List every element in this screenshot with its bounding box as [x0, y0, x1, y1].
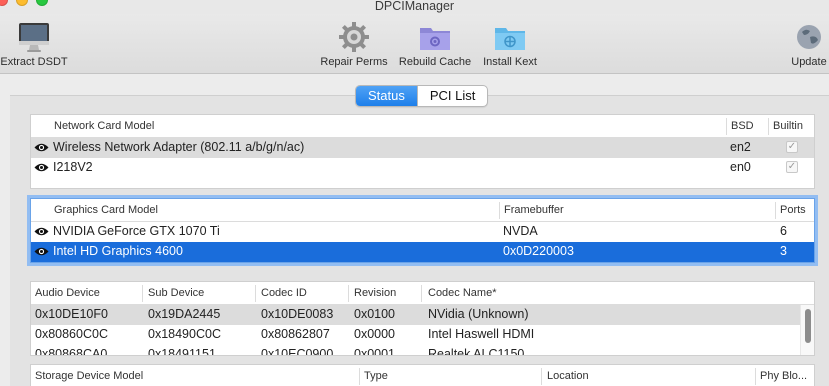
revision-header[interactable]: Revision	[354, 287, 396, 299]
table-row[interactable]: Intel HD Graphics 4600 0x0D220003 3	[31, 242, 814, 262]
table-row[interactable]: 0x10DE10F0 0x19DA2445 0x10DE0083 0x0100 …	[31, 305, 801, 325]
graphics-table-header: Graphics Card Model Framebuffer Ports	[31, 199, 814, 222]
audio-table-header: Audio Device Sub Device Codec ID Revisio…	[31, 282, 814, 305]
eye-icon[interactable]	[34, 142, 49, 153]
extract-dsdt-label: Extract DSDT	[0, 56, 68, 68]
builtin-header[interactable]: Builtin	[773, 120, 803, 132]
install-kext-button[interactable]: Install Kext	[476, 20, 544, 68]
storage-phy-block-header[interactable]: Phy Blo...	[760, 370, 807, 382]
extract-dsdt-button[interactable]: Extract DSDT	[0, 20, 70, 68]
audio-table: Audio Device Sub Device Codec ID Revisio…	[30, 281, 815, 356]
audio-device-cell: 0x80868CA0	[35, 347, 108, 356]
codec-name-cell: NVidia (Unknown)	[428, 307, 529, 321]
rebuild-cache-button[interactable]: Rebuild Cache	[395, 20, 475, 68]
storage-location-header[interactable]: Location	[547, 370, 589, 382]
revision-cell: 0x0001	[354, 347, 396, 356]
toolbar: Extract DSDT Repair Perms Rebuild Cache …	[0, 14, 829, 74]
audio-scrollbar-thumb[interactable]	[805, 309, 811, 343]
builtin-checkbox[interactable]: ✓	[786, 161, 798, 173]
eye-icon[interactable]	[34, 226, 49, 237]
tab-pci-list[interactable]: PCI List	[416, 86, 488, 106]
bsd-header[interactable]: BSD	[731, 120, 754, 132]
ports-header[interactable]: Ports	[780, 204, 806, 216]
storage-type-header[interactable]: Type	[364, 370, 388, 382]
repair-perms-label: Repair Perms	[320, 56, 388, 68]
codec-id-cell: 0x80862807	[261, 327, 330, 341]
network-table-header: Network Card Model BSD Builtin	[31, 115, 814, 138]
audio-device-cell: 0x80860C0C	[35, 327, 108, 341]
table-row[interactable]: Wireless Network Adapter (802.11 a/b/g/n…	[31, 138, 814, 158]
update-label: Update	[791, 56, 827, 68]
update-button[interactable]: Update	[785, 20, 829, 68]
codec-name-cell: Realtek ALC1150	[428, 347, 525, 356]
title-bar: DPCIManager	[0, 0, 829, 14]
sub-device-header[interactable]: Sub Device	[148, 287, 204, 299]
codec-id-header[interactable]: Codec ID	[261, 287, 307, 299]
bsd-cell: en0	[730, 160, 751, 174]
network-table: Network Card Model BSD Builtin Wireless …	[30, 114, 815, 189]
globe-icon	[791, 20, 827, 54]
graphics-table: Graphics Card Model Framebuffer Ports NV…	[30, 198, 815, 263]
audio-scrollbar[interactable]	[800, 305, 814, 355]
framebuffer-cell: NVDA	[503, 224, 538, 238]
ports-cell: 6	[780, 224, 787, 238]
bsd-cell: en2	[730, 140, 751, 154]
eye-icon[interactable]	[34, 246, 49, 257]
revision-cell: 0x0000	[354, 327, 396, 341]
kext-folder-icon	[492, 20, 528, 54]
table-row[interactable]: 0x80868CA0 0x18491151 0x10EC0900 0x0001 …	[31, 345, 801, 356]
rebuild-cache-label: Rebuild Cache	[398, 56, 472, 68]
sub-device-cell: 0x18491151	[148, 347, 216, 356]
framebuffer-cell: 0x0D220003	[503, 244, 574, 258]
graphics-model-header[interactable]: Graphics Card Model	[54, 204, 158, 216]
framebuffer-header[interactable]: Framebuffer	[504, 204, 564, 216]
codec-id-cell: 0x10DE0083	[261, 307, 334, 321]
builtin-checkbox[interactable]: ✓	[786, 141, 798, 153]
graphics-model-cell: NVIDIA GeForce GTX 1070 Ti	[53, 224, 220, 238]
codec-name-header[interactable]: Codec Name*	[428, 287, 496, 299]
gear-icon	[336, 20, 372, 54]
audio-device-header[interactable]: Audio Device	[35, 287, 100, 299]
eye-icon[interactable]	[34, 162, 49, 173]
table-row[interactable]: 0x80860C0C 0x18490C0C 0x80862807 0x0000 …	[31, 325, 801, 345]
install-kext-label: Install Kext	[483, 56, 537, 68]
storage-model-header[interactable]: Storage Device Model	[35, 370, 143, 382]
view-tabs: Status PCI List	[355, 85, 489, 107]
storage-table: Storage Device Model Type Location Phy B…	[30, 364, 815, 386]
codec-name-cell: Intel Haswell HDMI	[428, 327, 535, 341]
imac-icon	[16, 20, 52, 54]
graphics-model-cell: Intel HD Graphics 4600	[53, 244, 183, 258]
network-model-cell: I218V2	[53, 160, 93, 174]
audio-device-cell: 0x10DE10F0	[35, 307, 108, 321]
ports-cell: 3	[780, 244, 787, 258]
revision-cell: 0x0100	[354, 307, 396, 321]
storage-table-header: Storage Device Model Type Location Phy B…	[31, 365, 814, 386]
repair-perms-button[interactable]: Repair Perms	[316, 20, 392, 68]
sub-device-cell: 0x19DA2445	[148, 307, 221, 321]
tab-status[interactable]: Status	[356, 86, 417, 106]
system-folder-icon	[417, 20, 453, 54]
table-row[interactable]: NVIDIA GeForce GTX 1070 Ti NVDA 6	[31, 222, 814, 242]
network-model-cell: Wireless Network Adapter (802.11 a/b/g/n…	[53, 140, 305, 154]
sub-device-cell: 0x18490C0C	[148, 327, 221, 341]
table-row[interactable]: I218V2 en0 ✓	[31, 158, 814, 178]
codec-id-cell: 0x10EC0900	[261, 347, 334, 356]
network-model-header[interactable]: Network Card Model	[54, 120, 154, 132]
window-title: DPCIManager	[374, 0, 455, 13]
